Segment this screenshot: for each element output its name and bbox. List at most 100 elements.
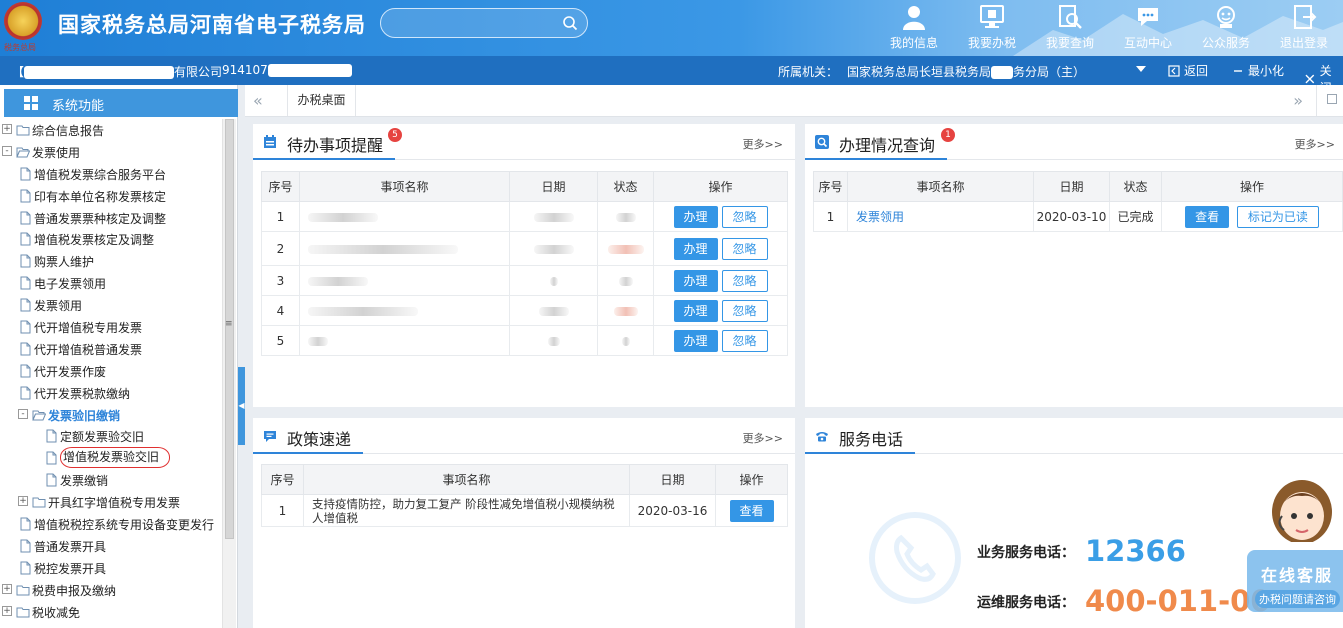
phone-watermark-icon xyxy=(869,512,961,604)
sidebar-tree-item[interactable]: 电子发票领用 xyxy=(0,272,222,294)
policy-table: 序号 事项名称 日期 操作 1 支持疫情防控，助力复工复产 阶段性减免增值税小规… xyxy=(261,464,788,527)
item-name-redacted xyxy=(299,295,510,326)
sidebar-tree-item[interactable]: 印有本单位名称发票核定 xyxy=(0,185,222,207)
tab-tax-desktop[interactable]: 办税桌面 xyxy=(288,85,356,116)
policy-name[interactable]: 支持疫情防控，助力复工复产 阶段性减免增值税小规模纳税人增值税 xyxy=(303,494,630,527)
tree-item-label: 增值税税控系统专用设备变更发行 xyxy=(34,518,215,533)
column-header: 日期 xyxy=(1033,171,1110,202)
search-icon[interactable] xyxy=(562,15,578,31)
mark-read-button[interactable]: 标记为已读 xyxy=(1236,205,1319,228)
title-underline xyxy=(253,452,363,454)
header-search[interactable] xyxy=(380,8,588,38)
tab-scroll-left-icon[interactable]: « xyxy=(253,91,263,110)
sidebar-tree-item[interactable]: - 发票验旧缴销 xyxy=(0,404,222,426)
view-button[interactable]: 查看 xyxy=(729,499,774,522)
folder-icon xyxy=(16,123,30,137)
sidebar-tree-item[interactable]: 增值税发票核定及调整 xyxy=(0,228,222,250)
tab-scroll-right-icon[interactable]: » xyxy=(1293,91,1303,110)
expand-icon[interactable]: + xyxy=(18,496,28,507)
sidebar-tree-item[interactable]: 增值税发票验交旧 xyxy=(0,447,222,469)
document-icon xyxy=(18,276,32,290)
customer-service-avatar[interactable] xyxy=(1264,476,1340,556)
close-icon xyxy=(1305,74,1315,84)
table-row: 5 办理 忽略 xyxy=(261,325,788,356)
nav-logout[interactable]: 退出登录 xyxy=(1265,0,1343,56)
policy-panel: 政策速递 更多>> 序号 事项名称 日期 操作 1 支持疫情防控，助力复工复产 … xyxy=(253,418,795,628)
nav-interaction[interactable]: 互动中心 xyxy=(1109,0,1187,56)
row-actions: 办理 忽略 xyxy=(653,201,788,232)
collapse-icon[interactable]: - xyxy=(2,145,12,156)
sidebar-tree-item[interactable]: + 税收减免 xyxy=(0,601,222,623)
sidebar-tree-item[interactable]: + 综合信息报告 xyxy=(0,119,222,141)
expand-icon[interactable]: + xyxy=(2,583,12,594)
nav-query[interactable]: 我要查询 xyxy=(1031,0,1109,56)
policy-more-link[interactable]: 更多>> xyxy=(743,430,783,446)
back-button[interactable]: 返回 xyxy=(1168,62,1208,79)
handle-button[interactable]: 办理 xyxy=(673,299,718,322)
sidebar-title: 系统功能 xyxy=(52,99,105,114)
sidebar-tree-item[interactable]: 增值税税控系统专用设备变更发行 xyxy=(0,513,222,535)
row-actions: 办理 忽略 xyxy=(653,325,788,356)
sidebar-tree-item[interactable]: 普通发票开具 xyxy=(0,535,222,557)
service-title: 服务电话 xyxy=(839,430,904,449)
handle-button[interactable]: 办理 xyxy=(673,237,718,260)
column-header: 事项名称 xyxy=(847,171,1034,202)
sidebar-tree-item[interactable]: 发票领用 xyxy=(0,294,222,316)
sidebar-tree-item[interactable]: + 税费申报及缴纳 xyxy=(0,579,222,601)
minimize-icon xyxy=(1234,69,1242,72)
collapse-icon[interactable]: - xyxy=(18,408,28,419)
nav-public-service[interactable]: 公众服务 xyxy=(1187,0,1265,56)
expand-icon[interactable]: + xyxy=(2,124,12,134)
sidebar-tree-item[interactable]: - 发票使用 xyxy=(0,141,222,163)
nav-my-info[interactable]: 我的信息 xyxy=(875,0,953,56)
sidebar-tree-item[interactable]: 定额发票验交旧 xyxy=(0,425,222,447)
scrollbar-thumb[interactable] xyxy=(225,119,234,539)
nav-label: 我的信息 xyxy=(889,36,938,50)
handle-button[interactable]: 办理 xyxy=(673,205,718,228)
minimize-button[interactable]: 最小化 xyxy=(1232,62,1284,79)
function-tree: + 综合信息报告 - 发票使用 增值税发票综合服务平台 印有本单位名称发票核定 普通发票票种… xyxy=(0,119,222,622)
sidebar-collapse-handle[interactable]: ◀ xyxy=(238,367,245,445)
ignore-button[interactable]: 忽略 xyxy=(721,329,768,352)
sidebar-tree-item[interactable]: 税控发票开具 xyxy=(0,557,222,579)
handle-button[interactable]: 办理 xyxy=(673,329,718,352)
tree-item-label: 税收减免 xyxy=(32,605,81,620)
sidebar-tree-item[interactable]: 发票缴销 xyxy=(0,469,222,491)
sidebar-scrollbar[interactable]: ≡ xyxy=(222,119,236,628)
org-name[interactable]: 国家税务总局长垣县税务局 务分局（主） xyxy=(847,63,1085,80)
search-input[interactable] xyxy=(393,14,553,32)
search-doc-icon xyxy=(1059,5,1082,29)
emblem-caption: 税务总局 xyxy=(4,43,36,52)
sidebar-tree-item[interactable]: 增值税发票综合服务平台 xyxy=(0,163,222,185)
column-header: 日期 xyxy=(629,464,716,495)
ignore-button[interactable]: 忽略 xyxy=(721,205,768,228)
sidebar-tree-item[interactable]: 代开增值税专用发票 xyxy=(0,316,222,338)
todo-panel: 待办事项提醒 5 更多>> 序号 事项名称 日期 状态 操作 1 办理 忽略 2 办理忽… xyxy=(253,124,795,407)
sidebar-tree-item[interactable]: 普通发票票种核定及调整 xyxy=(0,207,222,229)
todo-more-link[interactable]: 更多>> xyxy=(743,136,783,152)
tab-menu-icon[interactable] xyxy=(1327,94,1337,104)
top-header: 税务总局 国家税务总局河南省电子税务局 我的信息 我要办税 我要查询 互动中心 … xyxy=(0,0,1343,56)
nav-do-tax[interactable]: 我要办税 xyxy=(953,0,1031,56)
item-date-redacted xyxy=(509,265,598,296)
todo-count-badge: 5 xyxy=(388,128,402,142)
folder-icon xyxy=(32,495,46,509)
item-link[interactable]: 发票领用 xyxy=(856,210,904,224)
item-date-redacted xyxy=(509,295,598,326)
ignore-button[interactable]: 忽略 xyxy=(721,269,768,292)
sidebar-tree-item[interactable]: 代开发票税款缴纳 xyxy=(0,382,222,404)
online-service-widget[interactable]: 在线客服 办税问题请咨询 xyxy=(1247,550,1343,612)
sidebar-tree-item[interactable]: + 开具红字增值税专用发票 xyxy=(0,491,222,513)
sidebar-tree-item[interactable]: 代开增值税普通发票 xyxy=(0,338,222,360)
business-phone-number: 12366 xyxy=(1085,534,1186,568)
status-more-link[interactable]: 更多>> xyxy=(1295,136,1335,152)
ignore-button[interactable]: 忽略 xyxy=(721,299,768,322)
org-dropdown-icon[interactable] xyxy=(1136,66,1146,72)
sidebar-tree-item[interactable]: 购票人维护 xyxy=(0,250,222,272)
row-number: 1 xyxy=(813,201,848,232)
handle-button[interactable]: 办理 xyxy=(673,269,718,292)
ignore-button[interactable]: 忽略 xyxy=(721,237,768,260)
expand-icon[interactable]: + xyxy=(2,605,12,616)
sidebar-tree-item[interactable]: 代开发票作废 xyxy=(0,360,222,382)
view-button[interactable]: 查看 xyxy=(1185,205,1230,228)
